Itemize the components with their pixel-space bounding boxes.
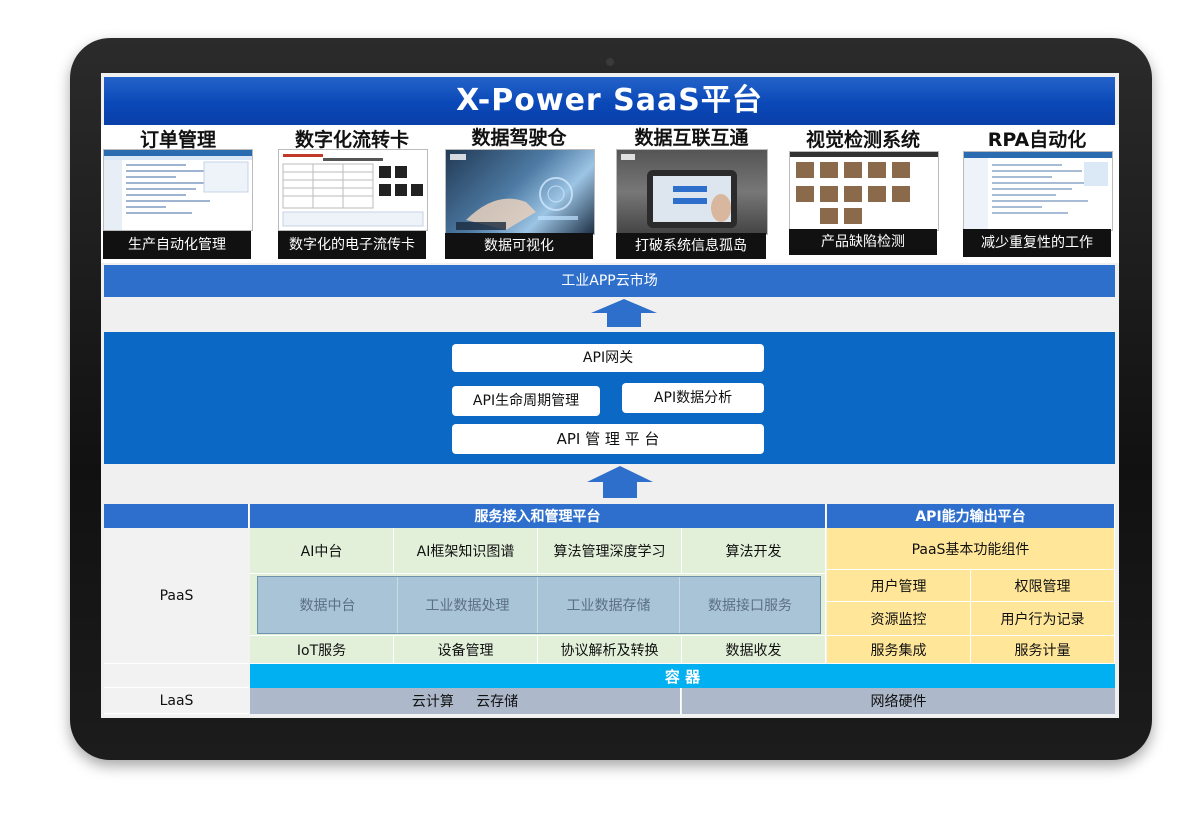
laas-cloud-computing-storage: 云计算 云存储 xyxy=(250,688,681,714)
app-caption: 产品缺陷检测 xyxy=(789,229,937,255)
output-permission-mgmt: 权限管理 xyxy=(971,570,1115,602)
app-tile-flow-card[interactable]: 数字化流转卡 数字化的电子流传卡 xyxy=(276,125,428,263)
grid-corner xyxy=(104,504,249,528)
laas-label: LaaS xyxy=(104,688,249,714)
tablet-hand-graphic xyxy=(621,154,737,228)
app-title: 视觉检测系统 xyxy=(805,129,920,151)
layer-cell-data-interface: 数据接口服务 xyxy=(708,598,792,614)
app-title: 订单管理 xyxy=(139,129,216,151)
app-caption: 打破系统信息孤岛 xyxy=(616,233,766,259)
data-visualization-photo xyxy=(445,149,595,235)
api-analysis-box: API数据分析 xyxy=(622,383,764,413)
output-service-integration: 服务集成 xyxy=(827,636,971,664)
output-user-behavior: 用户行为记录 xyxy=(971,602,1115,636)
layer-cell-device-mgmt: 设备管理 xyxy=(394,636,538,664)
container-band: 容 器 xyxy=(250,664,1115,688)
app-tile-data-cockpit[interactable]: 数据驾驶仓 数据可视化 xyxy=(443,125,595,263)
app-tile-vision[interactable]: 视觉检测系统 产品缺陷检测 xyxy=(787,125,939,263)
flow-card-thumbnail xyxy=(278,149,428,231)
api-lifecycle-box: API生命周期管理 xyxy=(452,386,600,416)
app-title: 数字化流转卡 xyxy=(294,129,409,151)
app-title: 数据互联互通 xyxy=(634,127,749,149)
api-management-box: API 管 理 平 台 xyxy=(452,424,764,454)
up-arrow-icon xyxy=(591,299,657,327)
hand-touch-graphic xyxy=(450,154,578,230)
form-graphic xyxy=(282,154,424,227)
app-caption: 数据可视化 xyxy=(445,233,593,259)
layer-cell-protocol: 协议解析及转换 xyxy=(538,636,682,664)
output-service-metering: 服务计量 xyxy=(971,636,1115,664)
app-tile-order[interactable]: 订单管理 生产自动化管理 xyxy=(103,125,253,263)
app-caption: 生产自动化管理 xyxy=(103,231,251,259)
app-tile-interconnect[interactable]: 数据互联互通 打破系统信息孤岛 xyxy=(614,125,769,263)
app-title: RPA自动化 xyxy=(987,129,1087,151)
defect-images-graphic xyxy=(790,152,938,224)
layer-cell-iot: IoT服务 xyxy=(250,636,394,664)
output-resource-monitor: 资源监控 xyxy=(827,602,971,636)
output-platform-header: API能力输出平台 xyxy=(827,504,1115,528)
page-title: X-Power SaaS平台 xyxy=(104,77,1115,125)
inspection-thumbnail xyxy=(789,151,939,231)
layer-cell-algorithm-dev: 算法开发 xyxy=(682,528,826,574)
laas-network-hardware: 网络硬件 xyxy=(682,688,1115,714)
api-platform-panel: API网关 API生命周期管理 API数据分析 API 管 理 平 台 xyxy=(104,332,1115,464)
api-gateway-box: API网关 xyxy=(452,344,764,372)
service-platform-header: 服务接入和管理平台 xyxy=(250,504,826,528)
tablet-photo xyxy=(616,149,768,235)
app-caption: 数字化的电子流传卡 xyxy=(278,231,426,259)
app-tiles: 订单管理 生产自动化管理 数字化流转卡 数字化的电子流传卡 数据驾驶仓 数据可视… xyxy=(101,125,1119,263)
rpa-window-graphic xyxy=(964,152,1112,230)
layer-cell-data-processing: 工业数据处理 xyxy=(398,577,538,633)
paas-components-title: PaaS基本功能组件 xyxy=(827,528,1115,570)
rpa-thumbnail xyxy=(963,151,1113,231)
layer-cell-data-transfer: 数据收发 xyxy=(682,636,826,664)
data-row-panel: 数据中台 工业数据处理 工业数据存储 数据接口服务 xyxy=(257,576,821,634)
layer-grid: 服务接入和管理平台 API能力输出平台 PaaS AI中台 AI框架知识图谱 算… xyxy=(104,504,1115,716)
paas-label: PaaS xyxy=(104,528,249,664)
software-window-graphic xyxy=(104,150,252,230)
app-caption: 减少重复性的工作 xyxy=(963,229,1111,257)
camera-dot xyxy=(606,58,614,66)
app-tile-rpa[interactable]: RPA自动化 减少重复性的工作 xyxy=(961,125,1113,263)
layer-cell-data-storage: 工业数据存储 xyxy=(538,577,680,633)
app-title: 数据驾驶仓 xyxy=(471,127,567,149)
layer-cell-ai-framework: AI框架知识图谱 xyxy=(394,528,538,574)
app-screenshot-thumbnail xyxy=(103,149,253,231)
container-row-label xyxy=(104,664,249,688)
up-arrow-icon xyxy=(587,466,653,498)
screen: X-Power SaaS平台 订单管理 生产自动化管理 数字化流转卡 数字化的电… xyxy=(101,73,1119,718)
app-market-band: 工业APP云市场 xyxy=(104,265,1115,297)
layer-cell-algorithm-mgmt: 算法管理深度学习 xyxy=(538,528,682,574)
layer-cell-data-center: 数据中台 xyxy=(258,577,398,633)
layer-cell-ai-center: AI中台 xyxy=(250,528,394,574)
output-user-mgmt: 用户管理 xyxy=(827,570,971,602)
